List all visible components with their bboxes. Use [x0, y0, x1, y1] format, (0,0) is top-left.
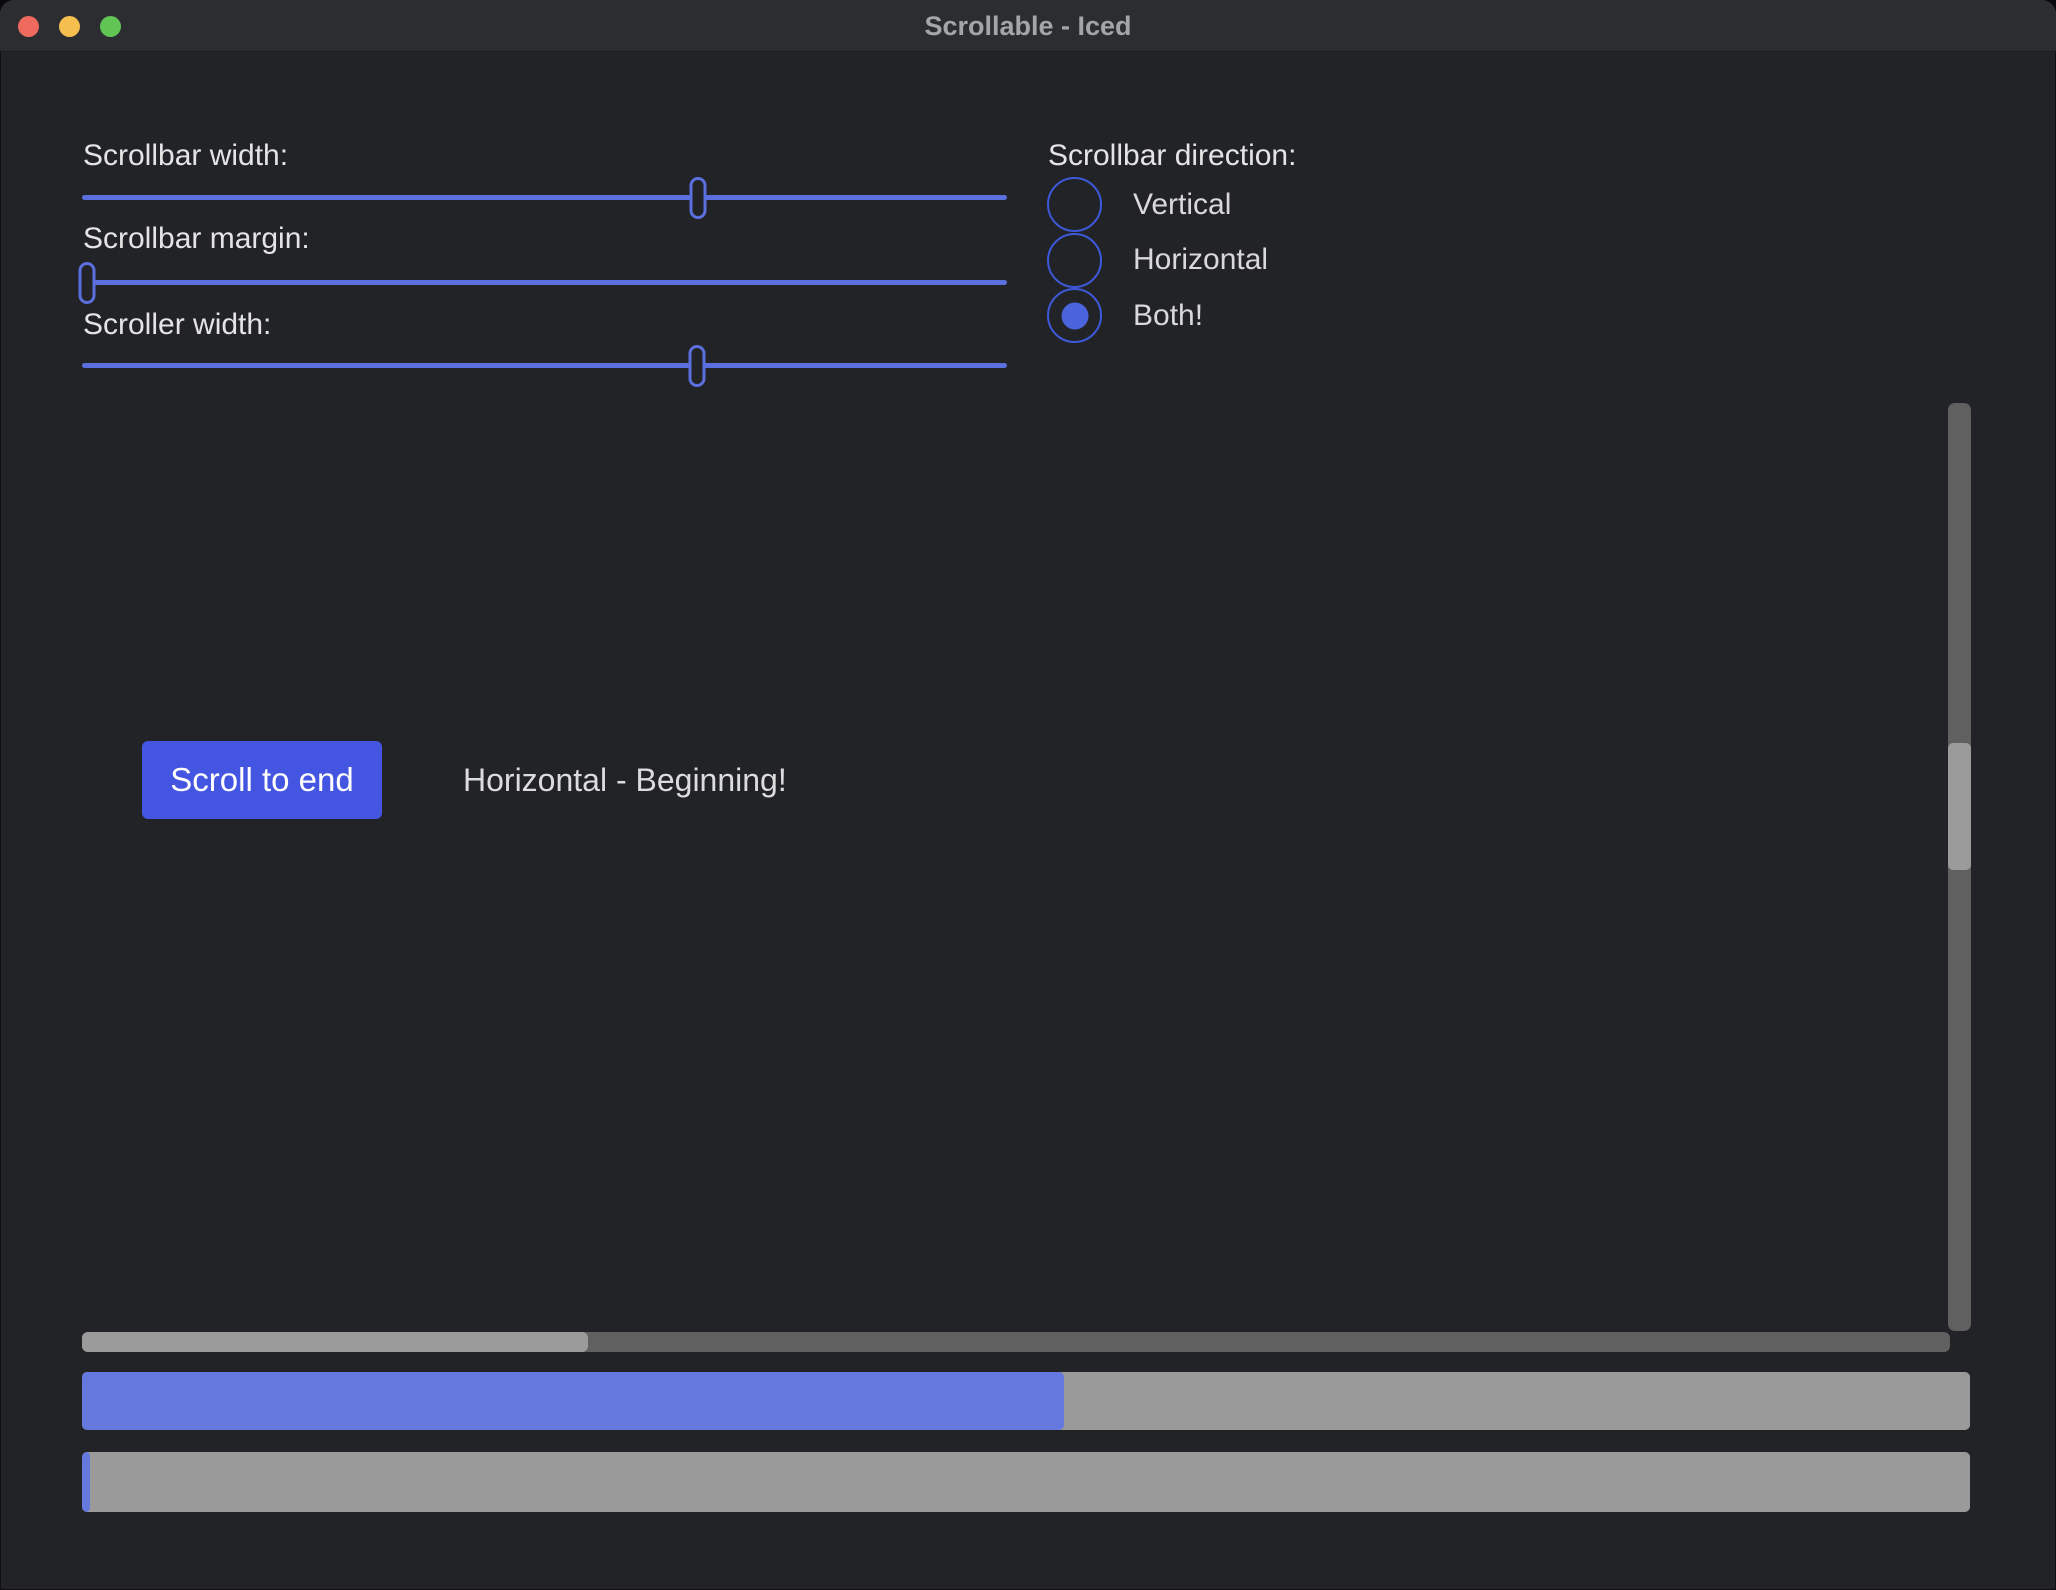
window-title: Scrollable - Iced	[0, 0, 2056, 52]
scroller-width-label: Scroller width:	[83, 307, 271, 343]
progress-fill	[82, 1452, 90, 1512]
vertical-scroller[interactable]	[1948, 743, 1971, 870]
radio-horizontal[interactable]	[1047, 233, 1102, 288]
slider-handle[interactable]	[690, 177, 707, 219]
radio-both[interactable]	[1047, 288, 1102, 343]
scrollbar-margin-label: Scrollbar margin:	[83, 221, 310, 257]
slider-rail[interactable]	[82, 363, 1007, 368]
radio-both-label[interactable]: Both!	[1133, 298, 1203, 334]
progress-bar-horizontal	[82, 1452, 1970, 1512]
radio-horizontal-label[interactable]: Horizontal	[1133, 242, 1268, 278]
progress-bar-vertical	[82, 1372, 1970, 1430]
scrollbar-width-label: Scrollbar width:	[83, 138, 288, 174]
radio-dot-icon	[1061, 302, 1088, 329]
slider-rail[interactable]	[82, 280, 1007, 285]
horizontal-scrollbar[interactable]	[82, 1332, 1950, 1352]
titlebar[interactable]: Scrollable - Iced	[0, 0, 2056, 52]
slider-handle[interactable]	[689, 345, 706, 387]
vertical-scrollbar[interactable]	[1948, 403, 1971, 1331]
horizontal-scroller[interactable]	[82, 1332, 588, 1352]
slider-handle[interactable]	[78, 262, 95, 304]
scrollbar-width-slider[interactable]	[82, 177, 1007, 219]
app-window: Scrollable - Iced Scrollbar width: Scrol…	[0, 0, 2056, 1590]
scroller-width-slider[interactable]	[82, 345, 1007, 387]
radio-vertical-label[interactable]: Vertical	[1133, 187, 1231, 223]
scroll-to-end-button[interactable]: Scroll to end	[142, 741, 382, 819]
radio-vertical[interactable]	[1047, 177, 1102, 232]
slider-rail[interactable]	[82, 195, 1007, 200]
scrollbar-margin-slider[interactable]	[82, 262, 1007, 304]
scrollbar-direction-label: Scrollbar direction:	[1048, 138, 1296, 174]
scroll-status-text: Horizontal - Beginning!	[463, 741, 787, 819]
progress-fill	[82, 1372, 1064, 1430]
